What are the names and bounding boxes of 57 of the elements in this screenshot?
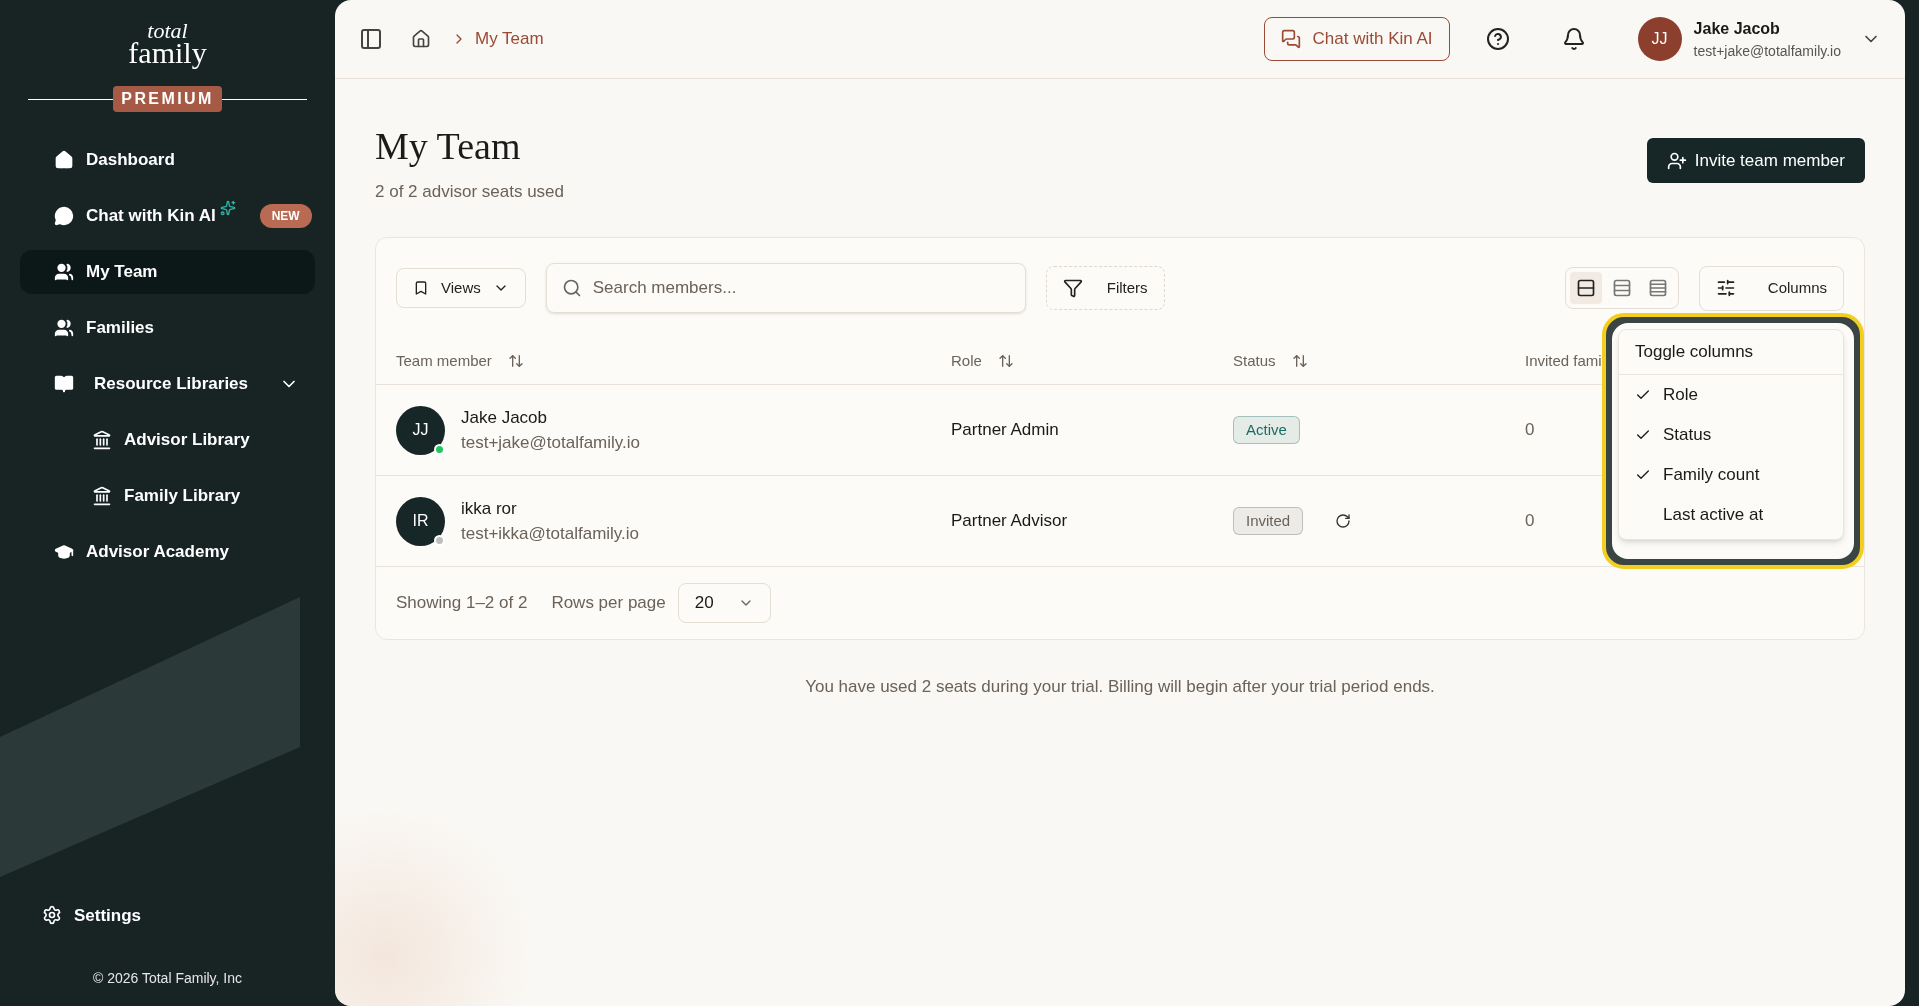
nav-item[interactable]: Dashboard (20, 138, 315, 182)
member-email: test+jake@totalfamily.io (461, 432, 640, 454)
column-header: Team member (396, 350, 492, 371)
column-header: Status (1233, 350, 1276, 371)
nav-item[interactable]: Advisor Academy (20, 530, 315, 574)
nav-label: Dashboard (86, 149, 175, 172)
menu-title: Toggle columns (1619, 330, 1843, 375)
showing-text: Showing 1–2 of 2 (396, 592, 528, 615)
column-toggle-item[interactable]: Role (1619, 374, 1843, 415)
member-avatar: IR (396, 496, 445, 546)
nav-label: Resource Libraries (94, 373, 248, 396)
member-email: test+ikka@totalfamily.io (461, 523, 640, 545)
columns-button[interactable]: Columns (1698, 265, 1844, 311)
nav-item[interactable]: My Team (20, 250, 315, 294)
rows-per-page-select[interactable]: 20 (677, 583, 771, 623)
nav-label: Families (86, 317, 155, 340)
user-avatar[interactable]: JJ (1637, 17, 1682, 61)
breadcrumb-link[interactable]: My Team (475, 26, 544, 52)
column-header: Role (951, 350, 982, 371)
nav-label: Chat with Kin AI (86, 205, 216, 228)
new-badge: NEW (259, 204, 312, 228)
status-badge: Invited (1233, 506, 1304, 536)
column-toggle-item[interactable]: Status (1619, 414, 1843, 455)
nav-label: My Team (86, 261, 158, 284)
user-email: test+jake@totalfamily.io (1693, 41, 1841, 61)
nav-item[interactable]: Chat with Kin AI NEW (20, 194, 315, 238)
column-toggle-item[interactable]: Family count (1619, 454, 1843, 495)
status-badge: Active (1233, 415, 1300, 445)
chat-button[interactable]: Chat with Kin AI (1263, 17, 1450, 61)
nav-item[interactable]: Resource Libraries (20, 362, 315, 406)
nav-label: Advisor Academy (86, 541, 229, 564)
role-text: Partner Admin (951, 419, 1060, 442)
member-name: Jake Jacob (461, 406, 548, 429)
search-field[interactable]: Search members... (545, 263, 1026, 313)
page-subtitle: 2 of 2 advisor seats used (375, 180, 564, 203)
invite-button[interactable]: Invite team member (1646, 138, 1865, 183)
nav-item[interactable]: Families (20, 306, 315, 350)
column-toggle-item[interactable]: Last active at (1619, 494, 1843, 535)
premium-badge: PREMIUM (113, 86, 222, 112)
role-text: Partner Advisor (951, 510, 1069, 533)
settings-link[interactable]: Settings (20, 902, 315, 928)
nav-item[interactable]: Family Library (20, 474, 315, 518)
nav-label: Advisor Library (124, 429, 250, 452)
column-header: Invited fami (1525, 350, 1602, 371)
trial-notice: You have used 2 seats during your trial. Billing will begin after your trial period ends. (804, 676, 1436, 698)
views-button[interactable]: Views (396, 268, 526, 308)
family-count: 0 (1525, 420, 1535, 440)
user-name: Jake Jacob (1693, 18, 1781, 39)
member-name: ikka ror (461, 497, 518, 520)
copyright-text: © 2026 Total Family, Inc (91, 969, 244, 988)
page-title: My Team (375, 124, 522, 169)
nav-item[interactable]: Advisor Library (20, 418, 315, 462)
family-count: 0 (1525, 511, 1535, 531)
nav-label: Family Library (124, 485, 241, 508)
member-avatar: JJ (396, 405, 445, 455)
rows-per-page-label: Rows per page (551, 592, 666, 615)
filters-button[interactable]: Filters (1045, 266, 1165, 310)
